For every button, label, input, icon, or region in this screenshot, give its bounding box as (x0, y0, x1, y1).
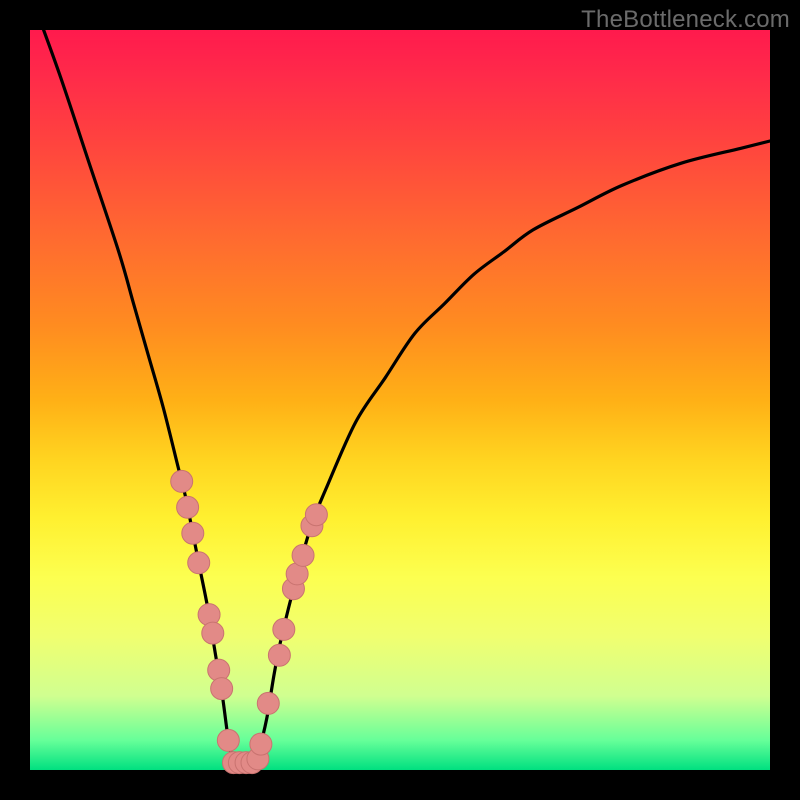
chart-marker (182, 522, 204, 544)
chart-marker (202, 622, 224, 644)
chart-marker (171, 470, 193, 492)
chart-marker (211, 678, 233, 700)
chart-frame: TheBottleneck.com (0, 0, 800, 800)
bottleneck-curve (30, 0, 770, 764)
chart-markers (171, 470, 328, 773)
chart-marker (268, 644, 290, 666)
chart-marker (217, 729, 239, 751)
chart-svg (30, 30, 770, 770)
chart-marker (257, 692, 279, 714)
watermark-text: TheBottleneck.com (581, 6, 790, 34)
chart-marker (177, 496, 199, 518)
chart-marker (292, 544, 314, 566)
chart-marker (273, 618, 295, 640)
chart-marker (305, 504, 327, 526)
chart-marker (250, 733, 272, 755)
chart-marker (188, 552, 210, 574)
